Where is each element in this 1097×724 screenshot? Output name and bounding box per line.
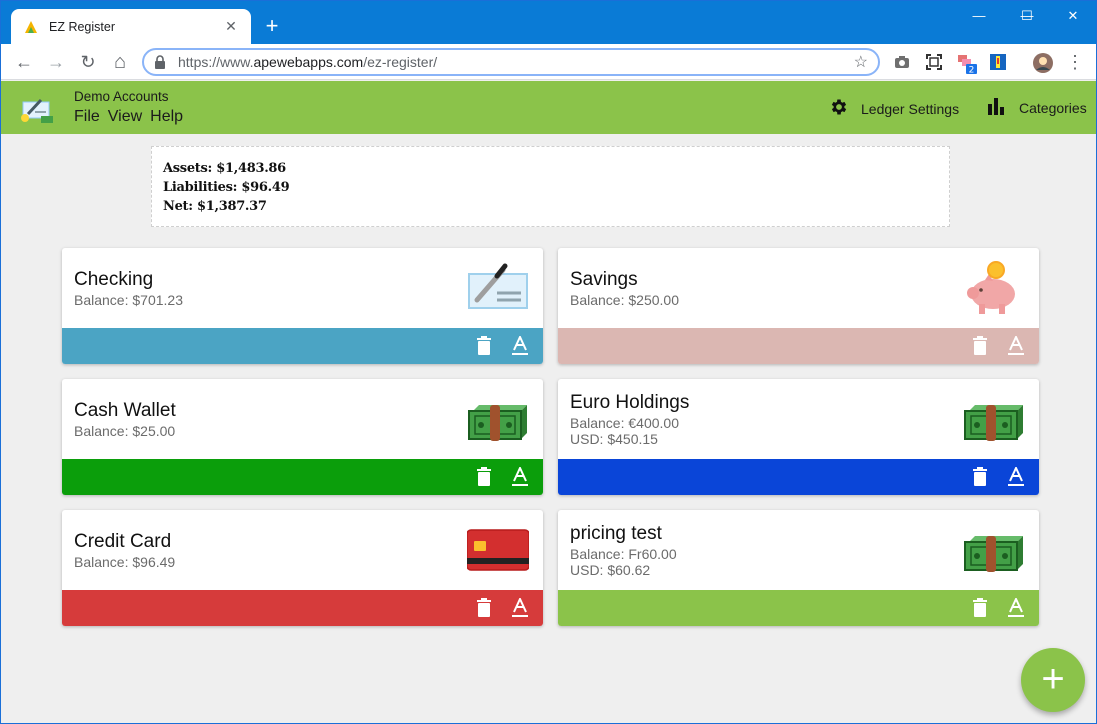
- extension-badge-icon[interactable]: 2: [956, 52, 977, 76]
- svg-text:2: 2: [969, 66, 975, 75]
- trash-icon[interactable]: [475, 467, 493, 487]
- browser-window: EZ Register ✕ + — — ☐ ✕ ← → ↻ ⌂ https://…: [0, 0, 1097, 724]
- url-text[interactable]: https://www.apewebapps.com/ez-register/: [178, 54, 854, 70]
- account-action-bar: [558, 328, 1039, 364]
- profile-avatar[interactable]: [1032, 52, 1053, 73]
- account-usd-balance: USD: $450.15: [570, 431, 658, 447]
- cash-icon: [963, 522, 1025, 578]
- window-maximize-button[interactable]: ☐: [1004, 5, 1050, 27]
- tab-title: EZ Register: [49, 19, 115, 34]
- browser-titlebar: EZ Register ✕ + —: [1, 1, 1096, 44]
- trash-icon[interactable]: [971, 598, 989, 618]
- account-name: Cash Wallet: [74, 400, 176, 421]
- account-card-credit-card[interactable]: Credit Card Balance: $96.49: [62, 510, 543, 626]
- account-usd-balance: USD: $60.62: [570, 562, 651, 578]
- account-name: pricing test: [570, 523, 662, 544]
- browser-toolbar: ← → ↻ ⌂ https://www.apewebapps.com/ez-re…: [1, 44, 1096, 80]
- menu-view[interactable]: View: [108, 108, 142, 126]
- account-balance: Balance: $25.00: [74, 423, 176, 439]
- account-card-savings[interactable]: Savings Balance: $250.00: [558, 248, 1039, 364]
- account-card-pricing-test[interactable]: pricing test Balance: Fr60.00 USD: $60.6…: [558, 510, 1039, 626]
- account-action-bar: [62, 590, 543, 626]
- account-name: Checking: [74, 269, 154, 290]
- account-action-bar: [62, 459, 543, 495]
- account-card-checking[interactable]: Checking Balance: $701.23: [62, 248, 543, 364]
- menu-file[interactable]: File: [74, 108, 100, 126]
- home-button[interactable]: ⌂: [107, 49, 133, 75]
- account-name: Euro Holdings: [570, 392, 690, 413]
- rename-icon[interactable]: [1007, 596, 1025, 618]
- add-account-button[interactable]: +: [1021, 648, 1085, 712]
- browser-tab[interactable]: EZ Register ✕: [11, 9, 251, 44]
- menu-help[interactable]: Help: [150, 108, 183, 126]
- credit-card-icon: [466, 522, 530, 578]
- rename-icon[interactable]: [511, 596, 529, 618]
- account-balance: Balance: $96.49: [74, 554, 176, 570]
- assets-total: Assets: $1,483.86: [163, 161, 286, 176]
- ledger-settings-label: Ledger Settings: [861, 100, 960, 117]
- trash-icon[interactable]: [971, 467, 989, 487]
- rename-icon[interactable]: [511, 334, 529, 356]
- address-bar[interactable]: https://www.apewebapps.com/ez-register/ …: [142, 48, 880, 76]
- ez-register-favicon-icon: [23, 19, 39, 35]
- rename-icon[interactable]: [1007, 334, 1025, 356]
- account-balance: Balance: $701.23: [74, 292, 183, 308]
- window-minimize-button[interactable]: —: [956, 5, 1002, 27]
- browser-menu-button[interactable]: ⋮: [1062, 49, 1088, 75]
- forward-button[interactable]: →: [43, 49, 69, 75]
- account-name: Credit Card: [74, 531, 172, 552]
- categories-label: Categories: [1019, 99, 1087, 116]
- rename-icon[interactable]: [511, 465, 529, 487]
- app-header: Demo Accounts File View Help Ledger Sett…: [1, 81, 1096, 134]
- bookmark-star-icon[interactable]: ☆: [854, 52, 868, 72]
- account-balance: Balance: Fr60.00: [570, 546, 677, 562]
- check-icon: [467, 260, 529, 316]
- account-name: Savings: [570, 269, 638, 290]
- categories-button[interactable]: Categories: [987, 97, 1087, 118]
- cash-icon: [963, 391, 1025, 447]
- back-button[interactable]: ←: [11, 49, 37, 75]
- bar-chart-icon: [987, 97, 1005, 118]
- account-balance: Balance: $250.00: [570, 292, 679, 308]
- lock-icon: [154, 55, 166, 69]
- app-menu: File View Help: [74, 108, 183, 126]
- new-tab-button[interactable]: +: [259, 13, 285, 39]
- rename-icon[interactable]: [1007, 465, 1025, 487]
- reload-button[interactable]: ↻: [75, 49, 101, 75]
- net-total: Net: $1,387.37: [163, 199, 267, 214]
- cash-icon: [467, 391, 529, 447]
- account-balance: Balance: €400.00: [570, 415, 679, 431]
- window-close-button[interactable]: ✕: [1050, 5, 1096, 27]
- account-action-bar: [62, 328, 543, 364]
- tab-close-icon[interactable]: ✕: [223, 18, 239, 35]
- ledger-settings-button[interactable]: Ledger Settings: [829, 97, 959, 120]
- screen-capture-icon[interactable]: [924, 52, 944, 72]
- account-card-euro-holdings[interactable]: Euro Holdings Balance: €400.00 USD: $450…: [558, 379, 1039, 495]
- account-action-bar: [558, 459, 1039, 495]
- account-action-bar: [558, 590, 1039, 626]
- app-logo-icon: [19, 94, 55, 124]
- gear-icon: [829, 97, 849, 120]
- ledger-title: Demo Accounts: [74, 89, 169, 104]
- camera-icon[interactable]: [892, 52, 912, 72]
- trash-icon[interactable]: [971, 336, 989, 356]
- liabilities-total: Liabilities: $96.49: [163, 180, 290, 195]
- piggy-bank-icon: [963, 260, 1025, 316]
- extension-flag-icon[interactable]: [988, 52, 1008, 72]
- account-card-cash-wallet[interactable]: Cash Wallet Balance: $25.00: [62, 379, 543, 495]
- trash-icon[interactable]: [475, 598, 493, 618]
- trash-icon[interactable]: [475, 336, 493, 356]
- ledger-summary: Assets: $1,483.86 Liabilities: $96.49 Ne…: [151, 146, 950, 227]
